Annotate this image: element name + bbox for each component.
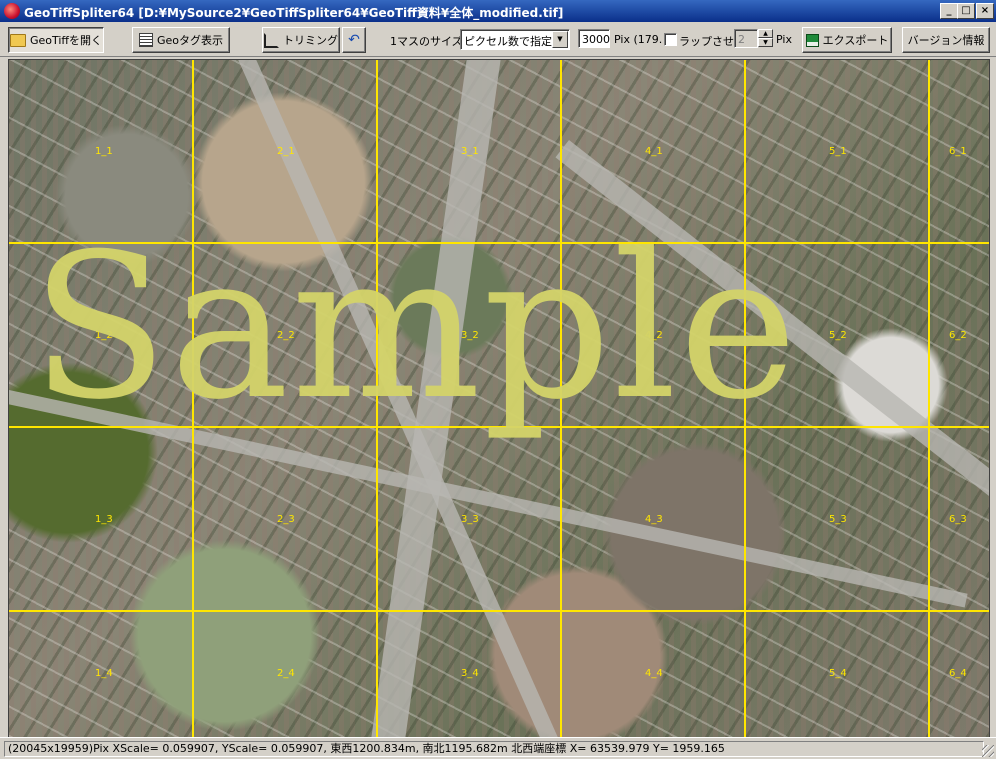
cell-label: 2_3 [277,514,295,525]
grid-line [928,60,930,737]
table-icon [138,33,153,47]
cell-label: 2_1 [277,146,295,157]
cell-label: 2_4 [277,668,295,679]
pixel-size-input[interactable]: 3000 [578,29,610,48]
wrap-spinner[interactable]: ▲ ▼ [758,29,773,48]
sample-watermark: Sample [31,211,800,444]
status-bar: (20045x19959)Pix XScale= 0.059907, YScal… [0,737,996,759]
cell-label: 3_1 [461,146,479,157]
wrap-pixel-input[interactable]: 2 [734,29,758,48]
wrap-unit-label: Pix [776,33,792,46]
crop-icon [264,32,279,48]
cell-label: 5_4 [829,668,847,679]
cell-label: 6_4 [949,668,967,679]
spin-down-icon[interactable]: ▼ [758,38,773,47]
minimize-button[interactable]: _ [940,3,958,19]
grid-line [9,610,989,612]
cell-label: 4_1 [645,146,663,157]
close-button[interactable]: × [976,3,994,19]
open-geotiff-label: GeoTiffを開く [29,34,103,47]
trimming-button[interactable]: トリミング [262,27,340,53]
cell-label: 3_3 [461,514,479,525]
folder-open-icon [9,33,26,47]
cell-label: 6_2 [949,330,967,341]
cell-label: 3_4 [461,668,479,679]
cell-label: 4_3 [645,514,663,525]
export-label: エクスポート [822,34,889,47]
cell-label: 6_3 [949,514,967,525]
spin-up-icon[interactable]: ▲ [758,29,773,38]
window-title: GeoTiffSpliter64 [D:¥MySource2¥GeoTiffSp… [24,6,564,20]
version-info-button[interactable]: バージョン情報 [902,27,990,53]
cell-size-mode-select[interactable]: ピクセル数で指定 ▼ [460,29,570,50]
trimming-label: トリミング [283,34,338,47]
show-geotag-button[interactable]: Geoタグ表示 [132,27,230,53]
cell-size-label: 1マスのサイズ: [390,35,467,48]
cell-label: 1_3 [95,514,113,525]
save-icon [805,33,819,47]
undo-icon[interactable]: ↶ [342,27,366,53]
cell-label: 1_4 [95,668,113,679]
cell-size-mode-value: ピクセル数で指定 [464,35,552,48]
cell-label: 5_3 [829,514,847,525]
cell-label: 5_2 [829,330,847,341]
cell-label: 6_1 [949,146,967,157]
show-geotag-label: Geoタグ表示 [156,34,224,47]
maximize-button[interactable]: □ [957,3,975,19]
export-button[interactable]: エクスポート [802,27,892,53]
map-canvas[interactable]: 1_1 2_1 3_1 4_1 5_1 6_1 1_2 2_2 3_2 4_2 … [8,59,990,738]
cell-label: 1_1 [95,146,113,157]
open-geotiff-button[interactable]: GeoTiffを開く [8,27,104,53]
wrap-checkbox[interactable] [664,33,677,46]
chevron-down-icon[interactable]: ▼ [552,31,568,48]
cell-label: 4_4 [645,668,663,679]
cell-label: 5_1 [829,146,847,157]
pixel-unit-label: Pix (179. [614,33,663,46]
resize-grip-icon[interactable] [982,745,994,757]
status-text: (20045x19959)Pix XScale= 0.059907, YScal… [4,741,984,757]
title-bar: GeoTiffSpliter64 [D:¥MySource2¥GeoTiffSp… [0,0,996,22]
toolbar: GeoTiffを開く Geoタグ表示 トリミング ↶ 1マスのサイズ: ピクセル… [0,22,996,57]
app-icon [4,3,20,19]
